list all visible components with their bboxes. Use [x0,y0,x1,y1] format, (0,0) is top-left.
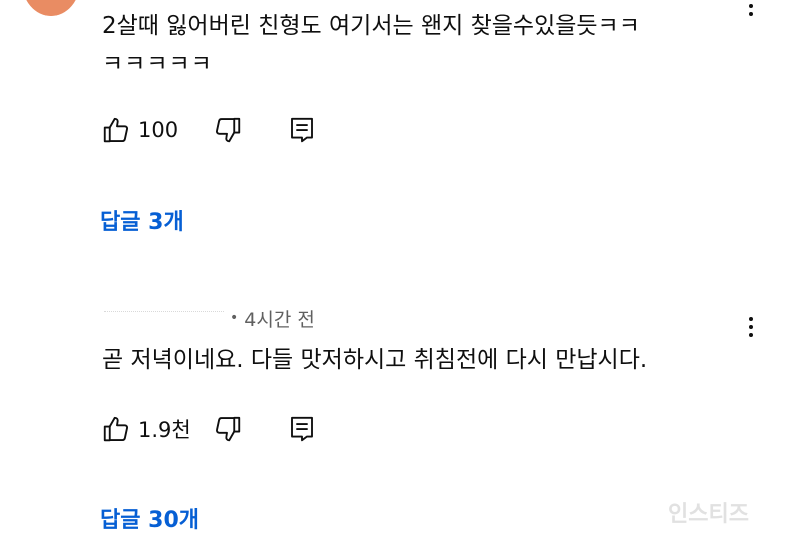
dislike-button[interactable] [212,114,244,146]
comment-text-continued: ㅋㅋㅋㅋㅋ [102,51,213,77]
reply-icon [291,117,313,143]
like-button[interactable] [100,114,132,146]
comment-action-bar: 100 [100,112,318,148]
comment-time[interactable]: 4시간 전 [244,305,315,332]
like-count: 100 [138,118,179,142]
comment-action-bar: 1.9천 [100,411,318,447]
reply-button[interactable] [286,114,318,146]
view-replies-link[interactable]: 답글 30개 [100,502,199,534]
thumbs-down-icon [215,117,241,143]
view-replies-link[interactable]: 답글 3개 [100,204,184,236]
author-name[interactable] [104,310,224,326]
dislike-button[interactable] [212,413,244,445]
separator-dot: • [230,310,239,326]
reply-button[interactable] [286,413,318,445]
thumbs-down-icon [215,416,241,442]
comment-text: 2살때 잃어버린 친형도 여기서는 왠지 찾을수있을듯ㅋㅋ [102,13,640,39]
comment-header: • 4시간 전 [104,303,315,333]
comment-text: 곧 저녁이네요. 다들 맛저하시고 취침전에 다시 만납시다. [102,347,648,373]
reply-icon [291,416,313,442]
thumbs-up-icon [103,416,129,442]
like-count: 1.9천 [138,418,191,442]
like-button[interactable] [100,413,132,445]
more-actions-icon[interactable] [741,0,761,18]
avatar-face [26,0,76,16]
avatar[interactable] [22,0,80,16]
thumbs-up-icon [103,117,129,143]
watermark-logo: 인스티즈 [668,502,749,527]
more-actions-icon[interactable] [741,315,761,339]
